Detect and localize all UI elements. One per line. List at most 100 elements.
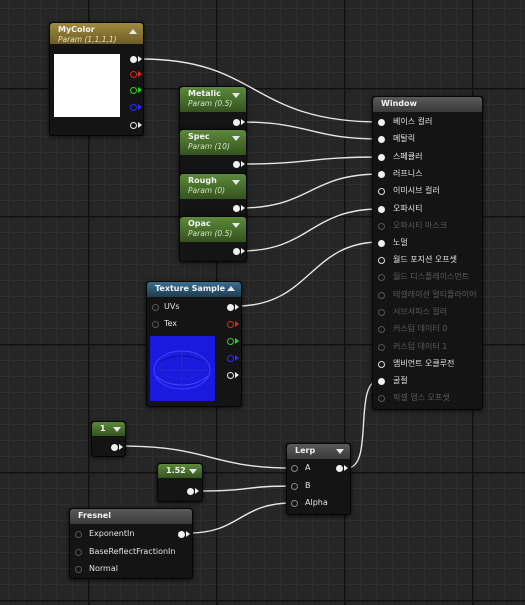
output-g-pin[interactable] bbox=[130, 87, 137, 94]
lerp-node[interactable]: Lerp A B Alpha bbox=[286, 443, 351, 515]
input-opacity-pin[interactable] bbox=[378, 206, 385, 213]
output-pin[interactable] bbox=[336, 465, 343, 472]
input-basereflect-pin[interactable] bbox=[75, 549, 82, 556]
output-pin[interactable] bbox=[111, 444, 118, 451]
window-header[interactable]: Window bbox=[373, 97, 482, 112]
output-arrow-icon bbox=[119, 444, 123, 450]
normal-map-preview-icon bbox=[153, 350, 211, 390]
metalic-node[interactable]: Metalic Param (0.5) bbox=[179, 86, 247, 132]
constant-1-header[interactable]: 1 bbox=[92, 422, 125, 436]
collapse-icon[interactable] bbox=[129, 29, 137, 34]
texture-sample-node[interactable]: Texture Sample UVs Tex bbox=[146, 281, 242, 407]
output-arrow-icon bbox=[138, 122, 142, 128]
output-a-pin[interactable] bbox=[130, 122, 137, 129]
output-arrow-icon bbox=[241, 119, 245, 125]
metalic-header[interactable]: Metalic Param (0.5) bbox=[180, 87, 246, 112]
node-subtitle: Param (1,1,1,1) bbox=[58, 35, 117, 44]
output-arrow-icon bbox=[235, 304, 239, 310]
input-metallic-pin[interactable] bbox=[378, 136, 385, 143]
output-pin[interactable] bbox=[233, 248, 240, 255]
input-pixel-depth-offset-label: 픽셀 뎁스 오프셋 bbox=[393, 393, 450, 402]
output-pin[interactable] bbox=[187, 488, 194, 495]
input-a-pin[interactable] bbox=[291, 465, 298, 472]
input-base-color-pin[interactable] bbox=[378, 119, 385, 126]
input-exponentin-pin[interactable] bbox=[75, 531, 82, 538]
input-ambient-occlusion-pin[interactable] bbox=[378, 361, 385, 368]
output-g-pin[interactable] bbox=[227, 338, 234, 345]
input-refraction-pin[interactable] bbox=[378, 378, 385, 385]
output-pin[interactable] bbox=[233, 119, 240, 126]
output-b-pin[interactable] bbox=[130, 104, 137, 111]
expand-icon[interactable] bbox=[232, 180, 240, 185]
input-b-pin[interactable] bbox=[291, 483, 298, 490]
input-custom-data-1-label: 커스텀 데이터 1 bbox=[393, 342, 448, 351]
output-arrow-icon bbox=[241, 248, 245, 254]
node-title: Fresnel bbox=[78, 511, 111, 520]
expand-icon[interactable] bbox=[232, 223, 240, 228]
input-emissive-color-label: 이미시브 컬러 bbox=[393, 186, 440, 195]
input-emissive-color-pin[interactable] bbox=[378, 188, 385, 195]
color-preview bbox=[54, 54, 120, 117]
output-rgb-pin[interactable] bbox=[227, 304, 234, 311]
output-arrow-icon bbox=[344, 465, 348, 471]
input-metallic-label: 메탈릭 bbox=[393, 134, 416, 143]
constant-152-header[interactable]: 1.52 bbox=[158, 464, 202, 478]
rough-header[interactable]: Rough Param (0) bbox=[180, 174, 246, 199]
mycolor-header[interactable]: MyColor Param (1,1,1,1) bbox=[50, 23, 143, 44]
spec-node[interactable]: Spec Param (10) bbox=[179, 129, 247, 175]
input-exponentin-label: ExponentIn bbox=[89, 529, 135, 538]
output-rgb-pin[interactable] bbox=[130, 56, 137, 63]
input-custom-data-0-label: 커스텀 데이터 0 bbox=[393, 324, 448, 333]
expand-icon[interactable] bbox=[113, 427, 121, 432]
lerp-header[interactable]: Lerp bbox=[287, 444, 350, 459]
expand-icon[interactable] bbox=[189, 469, 197, 474]
expand-icon[interactable] bbox=[336, 449, 344, 454]
output-arrow-icon bbox=[138, 71, 142, 77]
constant-152-node[interactable]: 1.52 bbox=[157, 463, 203, 502]
spec-header[interactable]: Spec Param (10) bbox=[180, 130, 246, 155]
input-alpha-pin[interactable] bbox=[291, 500, 298, 507]
input-roughness-pin[interactable] bbox=[378, 171, 385, 178]
input-custom-data-0-pin bbox=[378, 326, 385, 333]
input-normal-pin[interactable] bbox=[75, 566, 82, 573]
rough-node[interactable]: Rough Param (0) bbox=[179, 173, 247, 219]
input-world-position-offset-pin[interactable] bbox=[378, 257, 385, 264]
output-b-pin[interactable] bbox=[227, 355, 234, 362]
output-r-pin[interactable] bbox=[130, 71, 137, 78]
input-subsurface-color-label: 서브서피스 컬러 bbox=[393, 307, 448, 316]
input-specular-label: 스페큘러 bbox=[393, 152, 423, 161]
output-r-pin[interactable] bbox=[227, 321, 234, 328]
wire-mycolor-to-base-color bbox=[140, 58, 381, 123]
input-alpha-label: Alpha bbox=[305, 498, 328, 507]
opac-node[interactable]: Opac Param (0.5) bbox=[179, 216, 247, 262]
node-subtitle: Param (0.5) bbox=[188, 229, 233, 238]
input-pixel-depth-offset-pin bbox=[378, 395, 385, 402]
expand-icon[interactable] bbox=[232, 136, 240, 141]
opac-header[interactable]: Opac Param (0.5) bbox=[180, 217, 246, 242]
input-uvs-pin[interactable] bbox=[152, 304, 159, 311]
input-a-label: A bbox=[305, 463, 311, 472]
input-refraction-label: 굴절 bbox=[393, 376, 408, 385]
input-specular-pin[interactable] bbox=[378, 154, 385, 161]
input-world-displacement-label: 월드 디스플레이스먼트 bbox=[393, 272, 470, 281]
expand-icon[interactable] bbox=[232, 93, 240, 98]
output-pin[interactable] bbox=[233, 205, 240, 212]
input-tex-pin[interactable] bbox=[152, 321, 159, 328]
constant-1-node[interactable]: 1 bbox=[91, 421, 126, 457]
input-normal-pin[interactable] bbox=[378, 240, 385, 247]
window-material-node[interactable]: Window 베이스 컬러 메탈릭 스페큘러 러프니스 이미시브 컬러 오파시티… bbox=[372, 96, 483, 410]
output-a-pin[interactable] bbox=[227, 372, 234, 379]
input-roughness-label: 러프니스 bbox=[393, 169, 423, 178]
input-opacity-mask-label: 오파시티 마스크 bbox=[393, 221, 448, 230]
fresnel-header[interactable]: Fresnel bbox=[70, 509, 192, 524]
wire-const1-to-lerp-a bbox=[121, 445, 293, 469]
output-pin[interactable] bbox=[233, 161, 240, 168]
texture-sample-header[interactable]: Texture Sample bbox=[147, 282, 241, 297]
mycolor-node[interactable]: MyColor Param (1,1,1,1) bbox=[49, 22, 144, 136]
fresnel-node[interactable]: Fresnel ExponentIn BaseReflectFractionIn… bbox=[69, 508, 193, 579]
node-title: Window bbox=[381, 99, 417, 108]
output-arrow-icon bbox=[138, 56, 142, 62]
output-pin[interactable] bbox=[178, 531, 185, 538]
collapse-icon[interactable] bbox=[227, 286, 235, 291]
input-base-color-label: 베이스 컬러 bbox=[393, 117, 433, 126]
